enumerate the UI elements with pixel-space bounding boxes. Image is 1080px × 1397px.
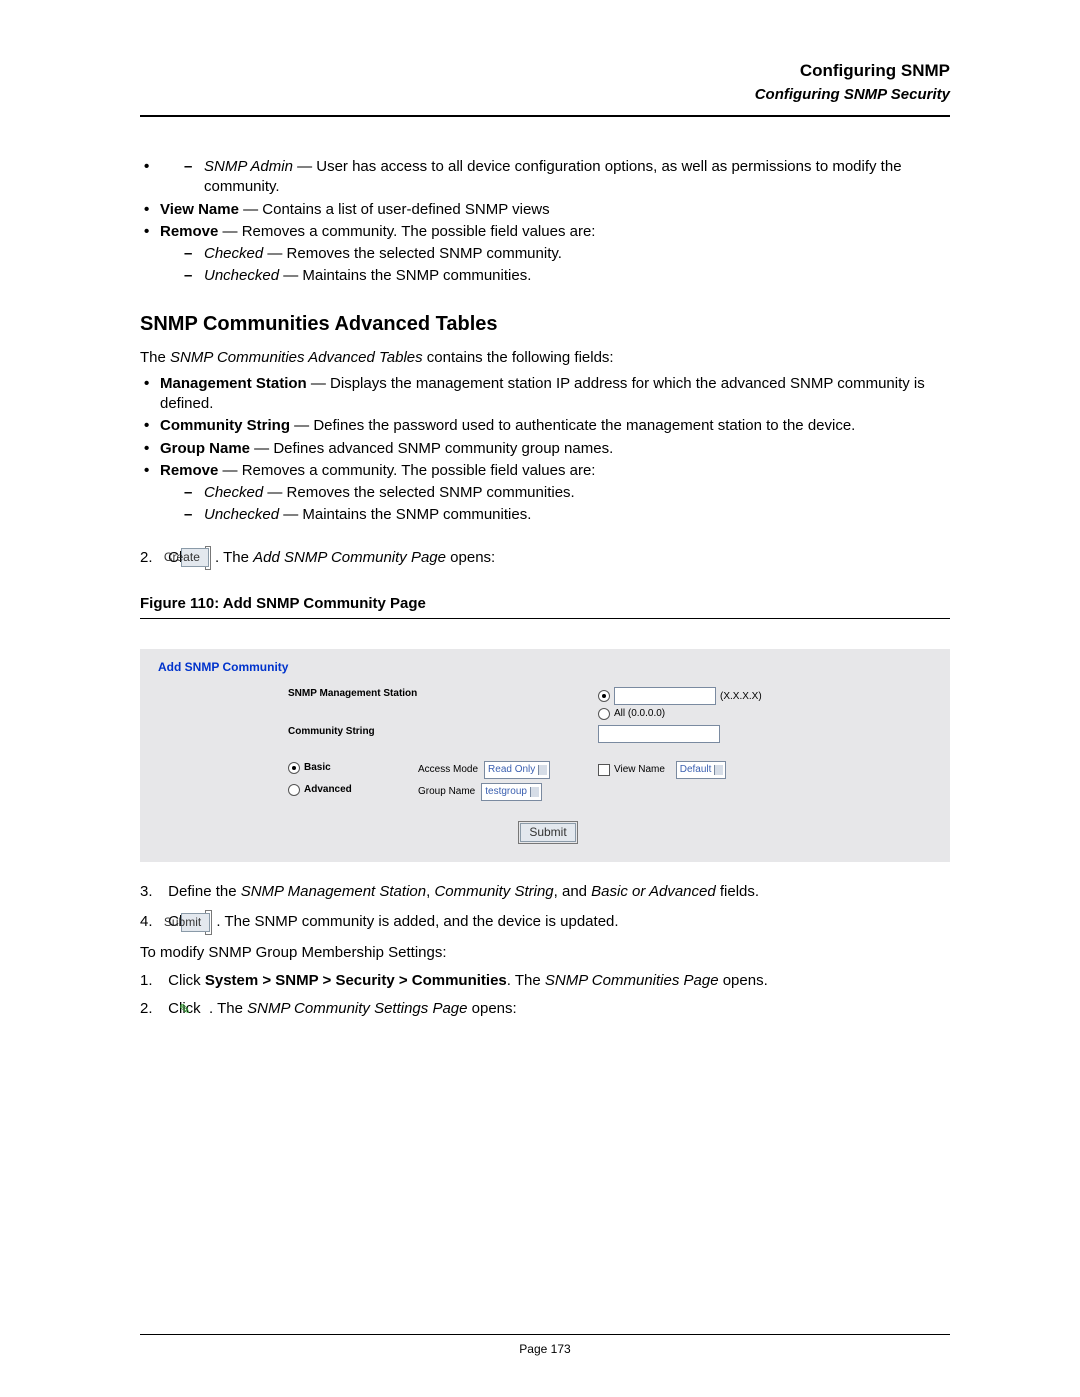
access-mode-label: Access Mode	[418, 763, 478, 777]
header-subtitle: Configuring SNMP Security	[140, 85, 950, 105]
remove-line: Remove — Removes a community. The possib…	[140, 222, 950, 287]
community-string-line: Community String — Defines the password …	[140, 416, 950, 436]
step-4: 4. Click Submit . The SNMP community is …	[140, 910, 950, 934]
modify-step-2: 2. Click ✎ . The SNMP Community Settings…	[140, 999, 950, 1019]
submit-button[interactable]: Submit	[518, 821, 577, 844]
form-title: Add SNMP Community	[158, 659, 938, 675]
view-name-select[interactable]: Default	[676, 761, 727, 779]
add-snmp-community-form: Add SNMP Community SNMP Management Stati…	[140, 649, 950, 862]
adv-remove-line: Remove — Removes a community. The possib…	[140, 461, 950, 526]
mgmt-all-radio[interactable]	[598, 708, 610, 720]
snmp-admin-line: SNMP Admin — User has access to all devi…	[180, 157, 950, 198]
step-3: 3. Define the SNMP Management Station, C…	[140, 882, 950, 902]
modify-step-1: 1. Click System > SNMP > Security > Comm…	[140, 971, 950, 991]
figure-caption: Figure 110: Add SNMP Community Page	[140, 594, 950, 614]
unchecked-line: Unchecked — Maintains the SNMP communiti…	[180, 266, 950, 286]
group-name-select[interactable]: testgroup	[481, 783, 542, 801]
view-name-line: View Name — Contains a list of user-defi…	[140, 200, 950, 220]
basic-radio[interactable]	[288, 762, 300, 774]
intro-continued-item: SNMP Admin — User has access to all devi…	[140, 157, 950, 198]
mgmt-all-label: All (0.0.0.0)	[614, 707, 665, 721]
xxxx-hint: (X.X.X.X)	[720, 690, 762, 704]
mgmt-specific-radio[interactable]	[598, 690, 610, 702]
header-rule	[140, 115, 950, 117]
figure-rule	[140, 618, 950, 619]
create-button[interactable]: Create	[205, 546, 211, 570]
advanced-label: Advanced	[304, 783, 352, 797]
view-name-checkbox[interactable]	[598, 764, 610, 776]
step-2: 2. Click Create . The Add SNMP Community…	[140, 546, 950, 570]
basic-label: Basic	[304, 761, 331, 775]
page-number: Page 173	[140, 1341, 950, 1357]
section-intro: The SNMP Communities Advanced Tables con…	[140, 348, 950, 368]
community-string-label: Community String	[158, 725, 418, 739]
adv-checked-line: Checked — Removes the selected SNMP comm…	[180, 483, 950, 503]
access-mode-select[interactable]: Read Only	[484, 761, 550, 779]
advanced-radio[interactable]	[288, 784, 300, 796]
page-header: Configuring SNMP Configuring SNMP Securi…	[140, 60, 950, 105]
mgmt-station-label: SNMP Management Station	[158, 687, 418, 701]
group-name-label: Group Name	[418, 785, 475, 799]
section-title: SNMP Communities Advanced Tables	[140, 311, 950, 338]
group-name-line: Group Name — Defines advanced SNMP commu…	[140, 439, 950, 459]
community-string-input[interactable]	[598, 725, 720, 743]
modify-intro: To modify SNMP Group Membership Settings…	[140, 943, 950, 963]
checked-line: Checked — Removes the selected SNMP comm…	[180, 244, 950, 264]
mgmt-station-line: Management Station — Displays the manage…	[140, 374, 950, 415]
header-title: Configuring SNMP	[140, 60, 950, 83]
submit-button-inline[interactable]: Submit	[205, 910, 212, 934]
page-footer: Page 173	[140, 1326, 950, 1357]
view-name-label: View Name	[614, 763, 665, 777]
adv-unchecked-line: Unchecked — Maintains the SNMP communiti…	[180, 505, 950, 525]
mgmt-ip-input[interactable]	[614, 687, 716, 705]
